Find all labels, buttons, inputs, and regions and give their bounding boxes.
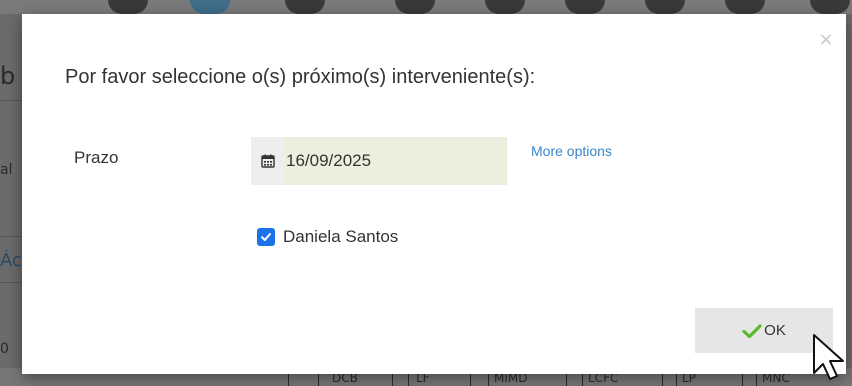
background-divider bbox=[0, 100, 22, 101]
background-toolbar-icon bbox=[395, 0, 435, 14]
deadline-label: Prazo bbox=[74, 148, 119, 167]
assignee-checkbox-row[interactable]: Daniela Santos bbox=[257, 227, 398, 247]
background-divider bbox=[0, 236, 22, 237]
background-toolbar-icon bbox=[725, 0, 765, 14]
assignee-name-label: Daniela Santos bbox=[283, 227, 399, 246]
background-toolbar-icon bbox=[190, 0, 230, 14]
checkmark-icon bbox=[742, 323, 762, 339]
background-toolbar-icon bbox=[810, 0, 850, 14]
background-toolbar-icon bbox=[285, 0, 325, 14]
calendar-button[interactable] bbox=[251, 137, 284, 185]
close-icon[interactable]: × bbox=[816, 30, 836, 50]
background-toolbar-icon bbox=[108, 0, 148, 14]
background-toolbar-icon bbox=[485, 0, 525, 14]
mouse-pointer-icon bbox=[813, 334, 844, 380]
background-text-fragment: b bbox=[0, 62, 16, 90]
deadline-date-input[interactable] bbox=[284, 137, 507, 185]
dialog-title: Por favor seleccione o(s) próximo(s) int… bbox=[65, 66, 536, 88]
next-participant-dialog: × Por favor seleccione o(s) próximo(s) i… bbox=[22, 14, 846, 374]
checkbox-checked-icon[interactable] bbox=[257, 228, 275, 246]
background-toolbar-icon bbox=[645, 0, 685, 14]
background-toolbar-icon bbox=[565, 0, 605, 14]
background-text-fragment: al bbox=[0, 162, 13, 178]
background-divider bbox=[0, 282, 22, 283]
ok-button-label: OK bbox=[764, 322, 786, 339]
background-text-fragment: Ác bbox=[0, 250, 22, 271]
calendar-icon bbox=[260, 154, 275, 168]
more-options-link[interactable]: More options bbox=[531, 143, 612, 159]
deadline-date-picker bbox=[251, 137, 507, 185]
background-toolbar-strip bbox=[0, 0, 852, 14]
background-text-fragment: 0 bbox=[0, 341, 9, 357]
